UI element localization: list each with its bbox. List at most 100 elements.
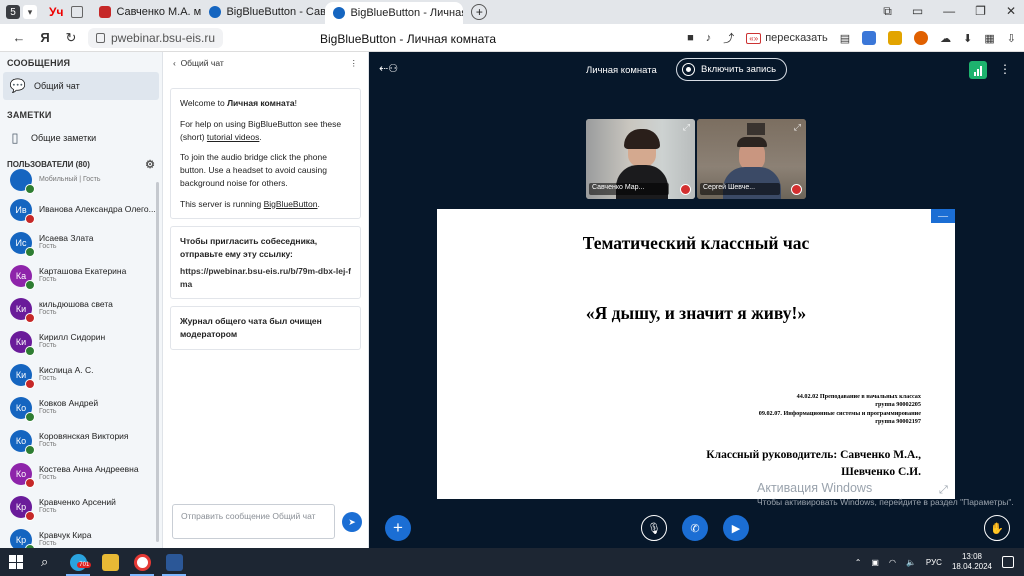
user-list-item[interactable]: Ко Костева Анна Андреевна Гость <box>0 457 162 490</box>
avatar: Кр <box>10 528 35 548</box>
input-language[interactable]: РУС <box>926 558 942 567</box>
reload-icon[interactable]: ↻ <box>64 30 78 46</box>
volume-icon[interactable]: 🔈 <box>906 558 916 567</box>
invite-link[interactable]: https://pwebinar.bsu-eis.ru/b/79m-dbx-le… <box>180 265 351 291</box>
notifications-icon[interactable] <box>1002 556 1014 568</box>
user-list-item[interactable]: Ка Карташова Екатерина Гость <box>0 259 162 292</box>
presentation-slide[interactable]: — Тематический классный час «Я дышу, и з… <box>437 209 955 499</box>
webcam-tile-shevchenko[interactable]: ⤢ Сергей Шевче... <box>697 119 806 199</box>
cloud-icon[interactable]: ☁ <box>940 32 951 45</box>
chat-bubble-icon: 💬 <box>9 78 27 93</box>
tray-app-icon[interactable]: ▣ <box>871 558 879 567</box>
user-list-item[interactable]: Ко Коровянская Виктория Гость <box>0 424 162 457</box>
retell-icon: «» <box>746 32 762 44</box>
tab-bbb-personal-room[interactable]: BigBlueButton - Личная к × <box>325 2 464 24</box>
user-list-item[interactable]: Мобильный | Гость <box>0 167 162 194</box>
user-info: Ковков Андрей Гость <box>39 398 98 417</box>
fullscreen-icon[interactable]: ⤢ <box>794 122 801 133</box>
hide-chat-button[interactable]: ‹ Общий чат <box>173 58 224 68</box>
slide-teacher-line: Шевченко С.И. <box>841 465 921 478</box>
explorer-taskbar-button[interactable] <box>94 548 126 576</box>
tab-savchenko-methodology[interactable]: Савченко М.А. методика <box>91 1 201 23</box>
downloads-icon[interactable]: ⬇ <box>963 32 972 45</box>
bigbluebutton-link[interactable]: BigBlueButton <box>264 199 318 209</box>
address-bar-actions: ■ ♪ ⤴ «» пересказать ▤ ☁ ⬇ ▦ ⇩ <box>687 30 1016 46</box>
yandex-study-shortcut[interactable]: Уч <box>49 5 63 19</box>
downloads-arrow-icon[interactable]: ⇩ <box>1007 32 1016 45</box>
url-field[interactable]: pwebinar.bsu-eis.ru <box>88 27 224 48</box>
windows-activation-watermark: Активация Windows Чтобы активировать Win… <box>757 481 1014 507</box>
search-icon[interactable]: ⌕ <box>41 554 48 570</box>
shared-notes-item[interactable]: ▯ Общие заметки <box>0 124 162 152</box>
user-list-item[interactable]: Ки Кислица А. С. Гость <box>0 358 162 391</box>
share-icon[interactable]: ⤴ <box>723 30 734 46</box>
user-list-item[interactable]: Кр Кравчук Кира Гость <box>0 523 162 548</box>
yandex-icon[interactable]: Я <box>38 30 52 45</box>
user-info: Мобильный | Гость <box>39 176 101 184</box>
user-role: Гость <box>39 342 57 350</box>
yandex-browser-taskbar-button[interactable] <box>126 548 158 576</box>
expand-presentation-icon[interactable]: ⤢ <box>939 484 948 497</box>
messages-header: СООБЩЕНИЯ <box>7 58 71 68</box>
webcam-tile-savchenko[interactable]: ⤢ Савченко Мар... <box>586 119 695 199</box>
back-arrow-icon[interactable]: ← <box>12 30 26 45</box>
notes-extension-icon[interactable] <box>888 31 903 45</box>
collections-icon[interactable]: ▭ <box>912 4 923 19</box>
send-message-button[interactable]: ➤ <box>342 512 362 532</box>
tray-chevron-icon[interactable]: ⌃ <box>855 558 862 567</box>
tab-favicon-icon <box>99 6 112 18</box>
browser-tabstrip: 5 ▾ Уч Савченко М.А. методика BigBlueBut… <box>0 0 1024 24</box>
user-list-item[interactable]: Ки кильдюшова света Гость <box>0 292 162 325</box>
public-chat-item[interactable]: 💬 Общий чат <box>3 72 159 100</box>
record-button[interactable]: Включить запись <box>676 58 788 81</box>
user-list-scrollbar[interactable] <box>156 182 159 542</box>
gallery-icon[interactable] <box>71 6 84 18</box>
minimize-presentation-icon[interactable]: — <box>931 209 955 223</box>
ok-extension-icon[interactable] <box>914 31 929 45</box>
telegram-taskbar-button[interactable]: 701 <box>62 548 94 576</box>
avatar: Ко <box>10 429 35 455</box>
user-list-item[interactable]: Ко Ковков Андрей Гость <box>0 391 162 424</box>
connection-status-icon[interactable] <box>969 61 987 79</box>
mic-permission-icon[interactable]: ♪ <box>706 32 712 44</box>
raise-hand-button[interactable]: ✋ <box>984 515 1010 541</box>
bookmark-panel-icon[interactable]: ⧉ <box>883 4 892 19</box>
word-taskbar-button[interactable] <box>158 548 190 576</box>
user-role: Гость <box>39 276 57 284</box>
chat-message-input[interactable]: Отправить сообщение Общий чат <box>172 504 335 539</box>
fullscreen-icon[interactable]: ⤢ <box>683 122 690 133</box>
retell-button[interactable]: «» пересказать <box>746 32 828 44</box>
slide-title: Тематический классный час <box>582 233 810 253</box>
tabs-menu-chevron-icon[interactable]: ▾ <box>23 5 37 19</box>
user-list-item[interactable]: Ки Кирилл Сидорин Гость <box>0 325 162 358</box>
close-window-icon[interactable]: ✕ <box>1006 4 1016 19</box>
user-name: Кислица А. С. <box>39 364 94 375</box>
wifi-icon[interactable]: ◠ <box>889 558 896 567</box>
minimize-icon[interactable]: — <box>943 4 955 19</box>
tab-count-badge[interactable]: 5 <box>6 5 20 19</box>
reader-icon[interactable]: ▤ <box>840 32 850 45</box>
tab-bbb-savchenko[interactable]: BigBlueButton - Савченко <box>201 1 325 23</box>
user-list-item[interactable]: Ис Исаева Злата Гость <box>0 226 162 259</box>
avatar: Ко <box>10 396 35 422</box>
options-menu-icon[interactable]: ⋮ <box>999 62 1011 76</box>
leave-audio-button[interactable]: ✆ <box>682 515 708 541</box>
slide-teachers: Классный руководитель: Савченко М.А., Ше… <box>706 447 921 480</box>
mail-extension-icon[interactable] <box>862 31 877 45</box>
user-role: Гость <box>39 243 57 251</box>
user-name: Костева Анна Андреевна <box>39 463 139 474</box>
users-toggle-icon[interactable]: ⇠⚇ <box>379 62 398 75</box>
mute-mic-button[interactable]: 🎙 <box>641 515 667 541</box>
restore-icon[interactable]: ❐ <box>975 4 986 19</box>
chat-options-icon[interactable]: ⋮ <box>350 58 359 69</box>
new-tab-icon[interactable]: + <box>471 4 488 20</box>
user-list-item[interactable]: Кр Кравченко Арсений Гость <box>0 490 162 523</box>
camera-permission-icon[interactable]: ■ <box>687 32 694 44</box>
extensions-icon[interactable]: ▦ <box>984 32 994 45</box>
actions-plus-button[interactable]: + <box>385 515 411 541</box>
user-list-item[interactable]: Ив Иванова Александра Олего... <box>0 193 162 226</box>
tutorial-videos-link[interactable]: tutorial videos <box>207 132 259 142</box>
share-webcam-button[interactable]: ▶ <box>723 515 749 541</box>
clock[interactable]: 13:08 18.04.2024 <box>952 552 992 571</box>
windows-start-icon[interactable] <box>9 555 23 569</box>
